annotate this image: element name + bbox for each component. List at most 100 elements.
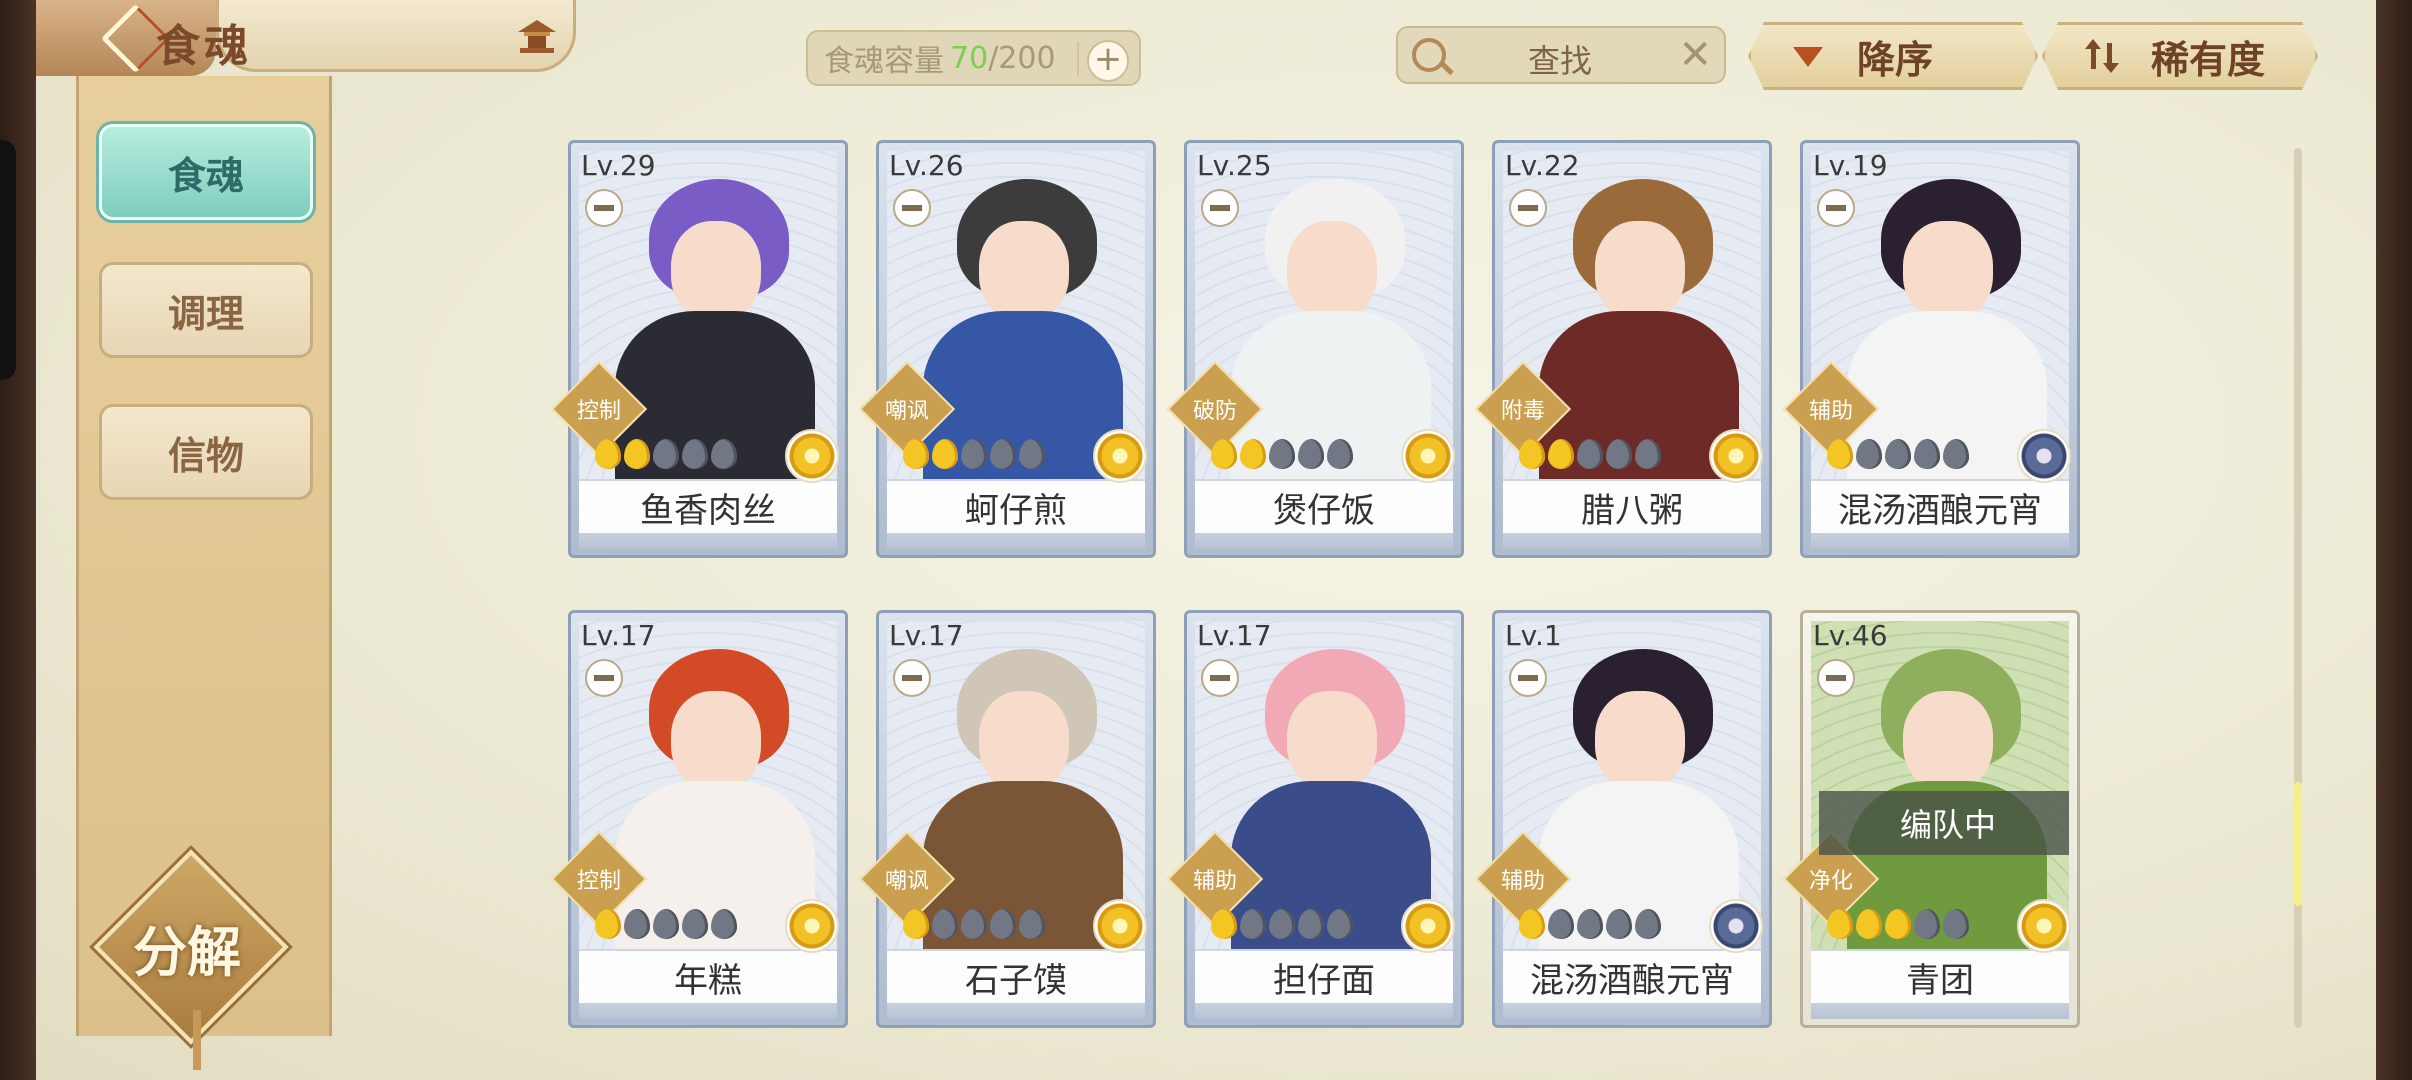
food-soul-card[interactable]: Lv.29 控制 鱼香肉丝 (550, 140, 848, 558)
star-empty-icon (1635, 909, 1661, 939)
expand-capacity-button[interactable]: + (1087, 40, 1129, 82)
star-empty-icon (1856, 439, 1882, 469)
bowl-icon (1817, 659, 1855, 697)
card-bottom-trim (887, 1003, 1145, 1019)
star-filled-icon (1519, 439, 1545, 469)
star-rating (903, 439, 1045, 469)
star-empty-icon (682, 439, 708, 469)
star-filled-icon (1519, 909, 1545, 939)
rarity-flower-icon (785, 899, 839, 953)
role-label: 附毒 (1500, 399, 1545, 424)
food-soul-card[interactable]: Lv.17 嘲讽 石子馍 (858, 610, 1156, 1028)
star-empty-icon (1914, 439, 1940, 469)
bowl-icon (1201, 659, 1239, 697)
decompose-label[interactable]: 分解 (112, 908, 262, 987)
rarity-flower-icon (1709, 429, 1763, 483)
portrait-face (1287, 221, 1377, 321)
star-rating (903, 909, 1045, 939)
star-empty-icon (1327, 439, 1353, 469)
star-empty-icon (682, 909, 708, 939)
star-empty-icon (990, 909, 1016, 939)
card-bottom-trim (1195, 533, 1453, 549)
name-bar: 年糕 (579, 949, 837, 1003)
star-filled-icon (1211, 439, 1237, 469)
name-bar: 煲仔饭 (1195, 479, 1453, 533)
level-label: Lv.46 (1813, 619, 1888, 652)
star-empty-icon (1943, 439, 1969, 469)
star-filled-icon (1827, 439, 1853, 469)
page-title: 食魂 (156, 21, 252, 72)
level-label: Lv.25 (1197, 149, 1272, 182)
star-empty-icon (1548, 909, 1574, 939)
search-icon (1412, 38, 1446, 72)
food-soul-card[interactable]: 编队中 Lv.46 净化 青团 (1782, 610, 2080, 1028)
role-label: 控制 (576, 869, 621, 894)
rarity-flower-icon (1709, 899, 1763, 953)
name-bar: 混汤酒酿元宵 (1503, 949, 1761, 1003)
sort-by-button[interactable]: 稀有度 (2042, 22, 2318, 90)
star-empty-icon (1885, 439, 1911, 469)
rarity-flower-icon (1093, 429, 1147, 483)
search-input[interactable]: 查找 ✕ (1396, 26, 1726, 84)
food-soul-name: 煲仔饭 (1273, 490, 1375, 531)
bowl-icon (893, 189, 931, 227)
search-placeholder: 查找 (1528, 42, 1593, 80)
star-empty-icon (1635, 439, 1661, 469)
food-soul-name: 蚵仔煎 (965, 490, 1067, 531)
star-empty-icon (1019, 439, 1045, 469)
star-empty-icon (1327, 909, 1353, 939)
star-filled-icon (595, 439, 621, 469)
star-filled-icon (932, 439, 958, 469)
sort-order-button[interactable]: 降序 (1748, 22, 2038, 90)
food-soul-card[interactable]: Lv.17 辅助 担仔面 (1166, 610, 1464, 1028)
food-soul-card[interactable]: Lv.22 附毒 腊八粥 (1474, 140, 1772, 558)
role-label: 嘲讽 (884, 869, 929, 894)
food-soul-card[interactable]: Lv.1 辅助 混汤酒酿元宵 (1474, 610, 1772, 1028)
star-empty-icon (961, 909, 987, 939)
tab-tokens[interactable]: 信物 (99, 404, 313, 500)
portrait-face (1903, 221, 1993, 321)
star-empty-icon (1577, 909, 1603, 939)
star-filled-icon (624, 439, 650, 469)
star-filled-icon (1856, 909, 1882, 939)
card-bottom-trim (887, 533, 1145, 549)
food-soul-name: 青团 (1906, 960, 1974, 1001)
star-empty-icon (932, 909, 958, 939)
pavilion-icon[interactable] (516, 16, 558, 56)
tab-conditioning[interactable]: 调理 (99, 262, 313, 358)
scrollbar-thumb[interactable] (2294, 782, 2302, 906)
device-frame-right (2376, 0, 2412, 1080)
tab-food-souls[interactable]: 食魂 (99, 124, 313, 220)
star-rating (1211, 909, 1353, 939)
role-label: 辅助 (1192, 869, 1237, 894)
food-soul-name: 混汤酒酿元宵 (1838, 490, 2042, 531)
capacity-divider (1077, 42, 1079, 76)
food-soul-card[interactable]: Lv.19 辅助 混汤酒酿元宵 (1782, 140, 2080, 558)
star-empty-icon (711, 909, 737, 939)
bowl-icon (585, 189, 623, 227)
role-label: 辅助 (1500, 869, 1545, 894)
portrait-face (979, 691, 1069, 791)
food-soul-name: 年糕 (674, 960, 742, 1001)
food-soul-card[interactable]: Lv.17 控制 年糕 (550, 610, 848, 1028)
star-empty-icon (1019, 909, 1045, 939)
star-rating (1519, 909, 1661, 939)
level-label: Lv.1 (1505, 619, 1562, 652)
card-bottom-trim (1811, 1003, 2069, 1019)
food-soul-card[interactable]: Lv.25 破防 煲仔饭 (1166, 140, 1464, 558)
level-label: Lv.22 (1505, 149, 1580, 182)
food-soul-card[interactable]: Lv.26 嘲讽 蚵仔煎 (858, 140, 1156, 558)
bowl-icon (1509, 189, 1547, 227)
star-empty-icon (653, 439, 679, 469)
role-label: 破防 (1192, 399, 1237, 424)
portrait-face (979, 221, 1069, 321)
card-bottom-trim (579, 533, 837, 549)
star-filled-icon (1211, 909, 1237, 939)
food-soul-name: 担仔面 (1273, 960, 1375, 1001)
rarity-flower-icon (1401, 429, 1455, 483)
food-soul-name: 鱼香肉丝 (640, 490, 776, 531)
clear-search-button[interactable]: ✕ (1678, 32, 1712, 78)
bowl-icon (1201, 189, 1239, 227)
card-bottom-trim (1195, 1003, 1453, 1019)
star-rating (1519, 439, 1661, 469)
